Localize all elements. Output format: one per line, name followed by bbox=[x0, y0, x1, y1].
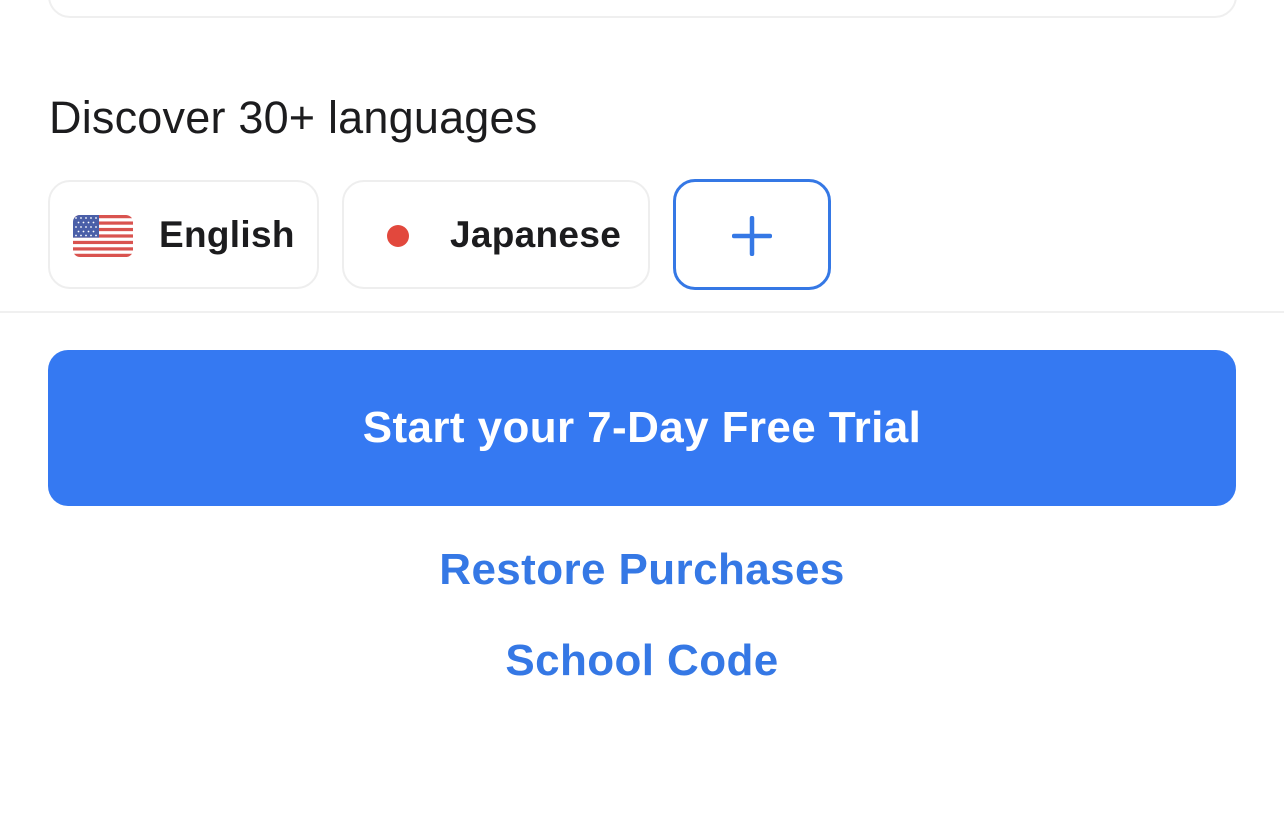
start-free-trial-button[interactable]: Start your 7-Day Free Trial bbox=[48, 350, 1236, 506]
paywall-screen: Discover 30+ languages English Japanese … bbox=[0, 0, 1284, 836]
language-chip-label: Japanese bbox=[450, 214, 622, 255]
japan-flag-icon bbox=[387, 225, 409, 247]
school-code-link[interactable]: School Code bbox=[0, 636, 1284, 686]
top-card bbox=[48, 0, 1237, 18]
plus-icon bbox=[732, 216, 772, 256]
language-chip-japanese[interactable]: Japanese bbox=[342, 180, 650, 289]
language-chip-label: English bbox=[159, 214, 295, 255]
divider bbox=[0, 311, 1284, 313]
us-flag-icon bbox=[73, 215, 133, 257]
language-chip-english[interactable]: English bbox=[48, 180, 319, 289]
languages-section-title: Discover 30+ languages bbox=[49, 92, 538, 143]
add-language-button[interactable] bbox=[673, 179, 831, 290]
restore-purchases-link[interactable]: Restore Purchases bbox=[0, 545, 1284, 595]
